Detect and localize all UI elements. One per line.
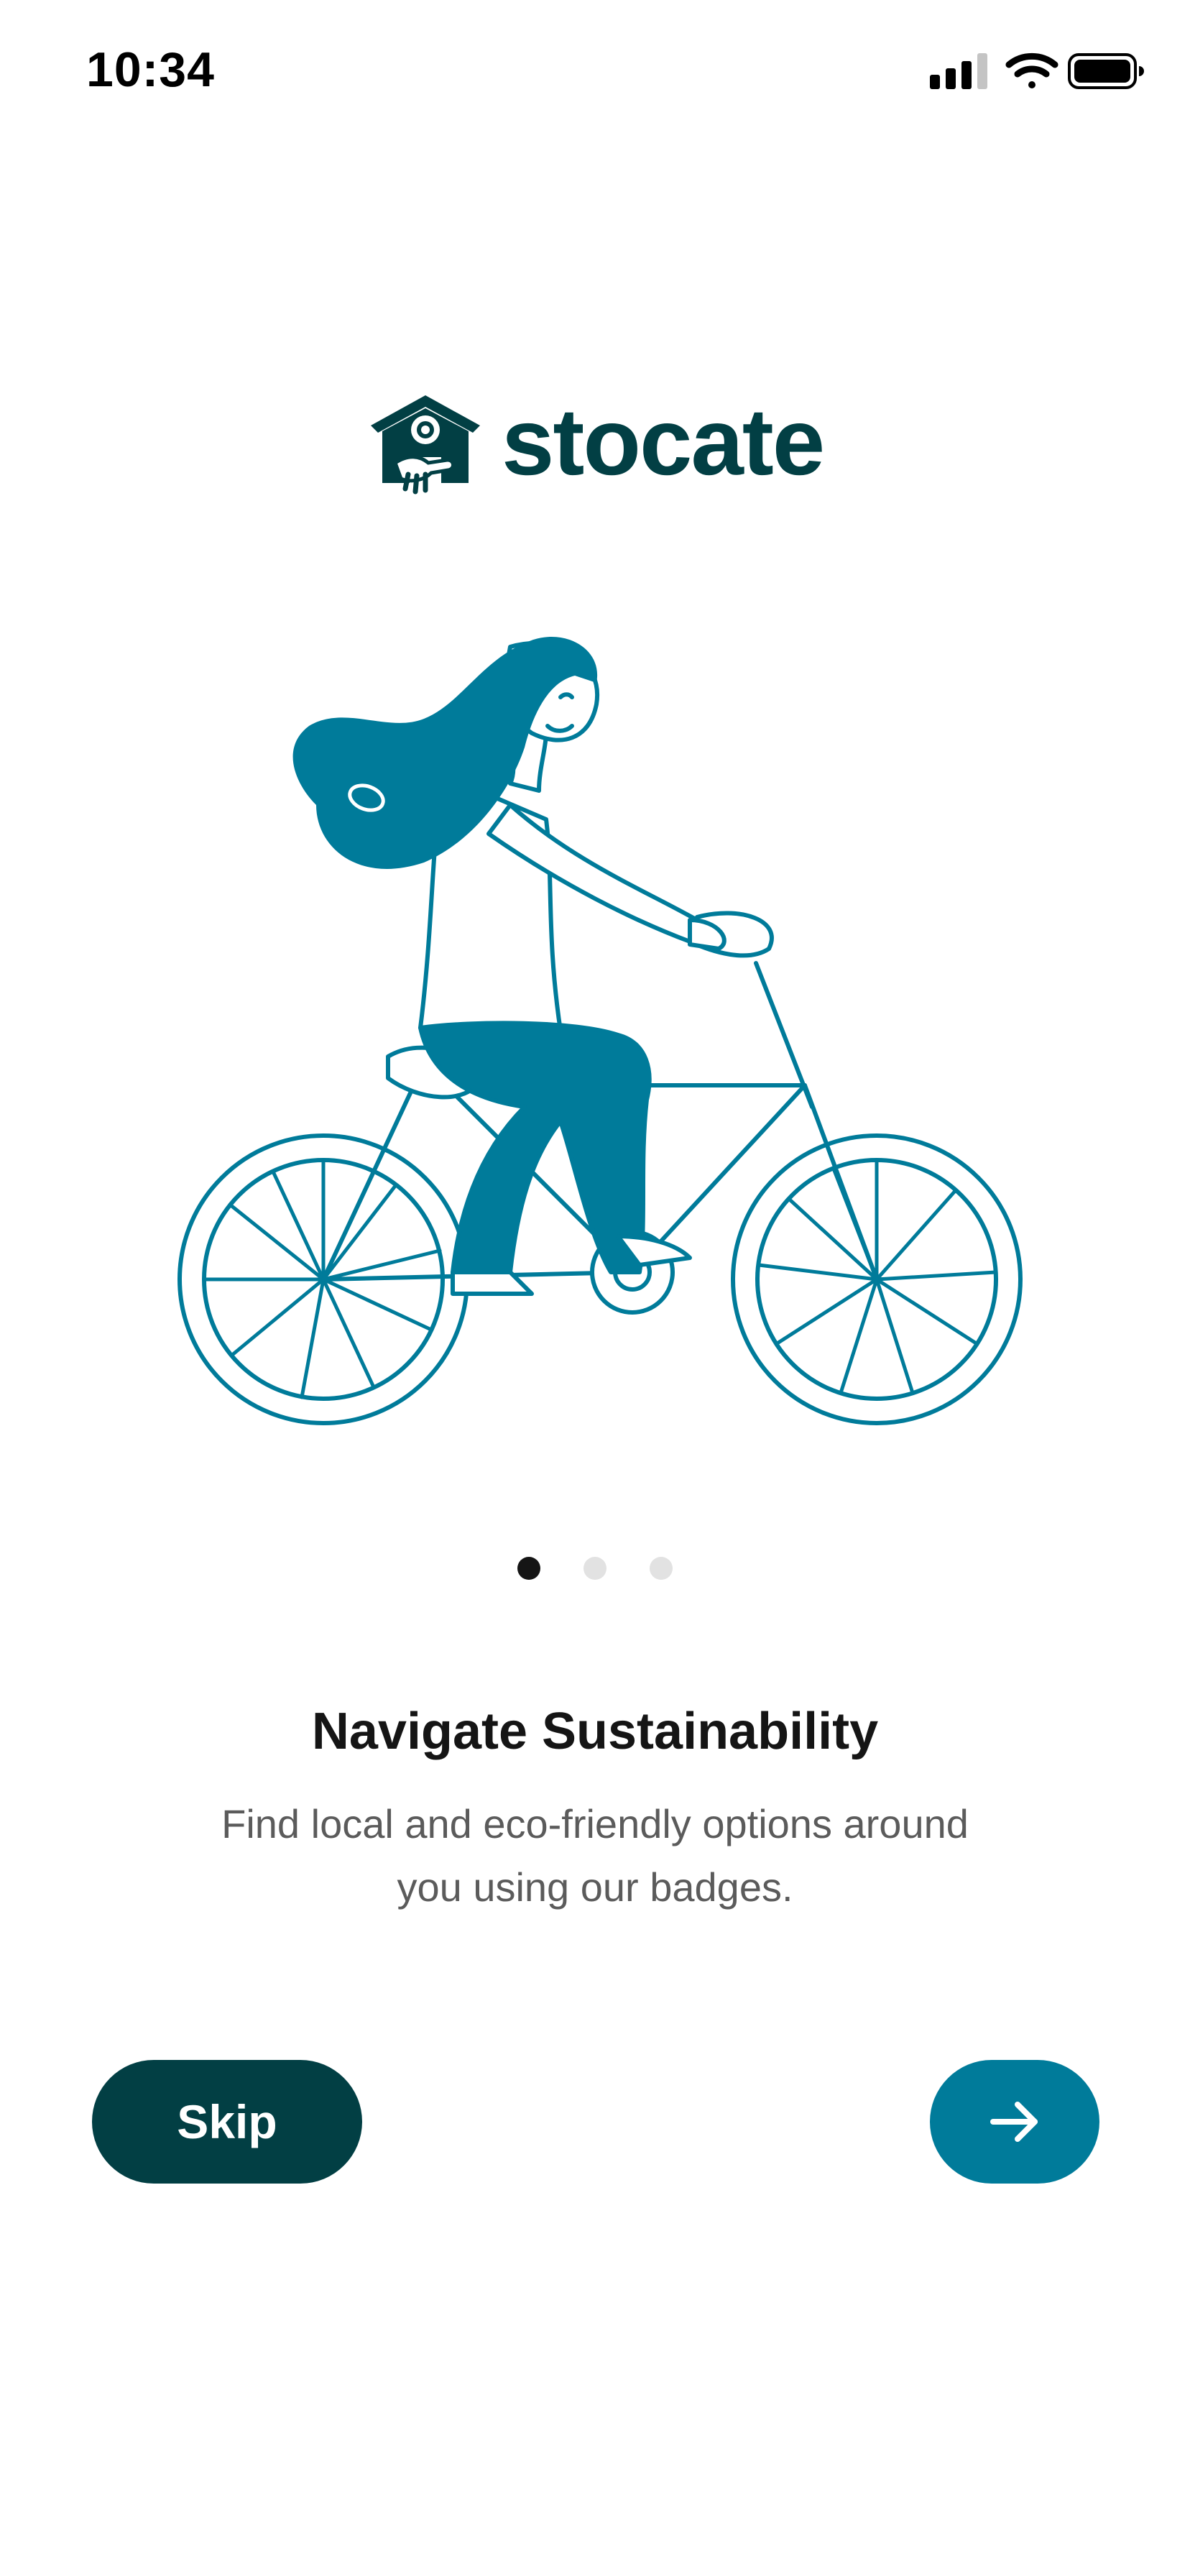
skip-button[interactable]: Skip (92, 2060, 362, 2184)
skip-button-label: Skip (177, 2095, 277, 2148)
cellular-signal-icon (930, 53, 987, 89)
woman-riding-bicycle-illustration (177, 637, 1023, 1425)
house-handshake-icon (371, 395, 480, 494)
battery-icon (1068, 53, 1144, 89)
status-time: 10:34 (86, 42, 215, 97)
status-bar: 10:34 (0, 0, 1190, 144)
onboarding-description: Find local and eco-friendly options arou… (221, 1801, 969, 1910)
pagination-dots (0, 1554, 1190, 1583)
status-icons (930, 52, 1144, 89)
next-button[interactable] (930, 2060, 1099, 2184)
pagination-dot-1[interactable] (517, 1557, 540, 1580)
logo-wordmark: stocate (502, 389, 825, 494)
wifi-icon (1005, 52, 1058, 88)
pagination-dot-2[interactable] (584, 1557, 606, 1580)
pagination-dot-3[interactable] (650, 1557, 673, 1580)
onboarding-headline: Navigate Sustainability (311, 1703, 879, 1760)
hair-shape (292, 637, 598, 869)
arrow-right-icon (990, 2102, 1038, 2142)
app-logo: stocate (366, 388, 841, 496)
